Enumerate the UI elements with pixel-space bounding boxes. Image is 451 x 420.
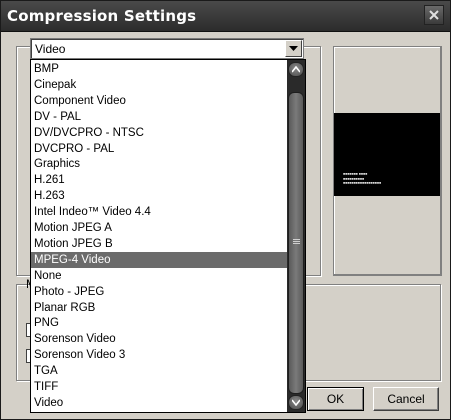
dropdown-option[interactable]: DVCPRO - PAL — [31, 141, 288, 157]
combo-selected-value: Video — [35, 42, 66, 56]
dropdown-option[interactable]: Cinepak — [31, 77, 288, 93]
dropdown-option[interactable]: Sorenson Video — [31, 331, 288, 347]
title-bar[interactable]: Compression Settings — [1, 1, 450, 32]
dropdown-option[interactable]: TIFF — [31, 379, 288, 395]
dropdown-scrollbar[interactable] — [287, 60, 305, 412]
scroll-thumb-grip-icon — [293, 239, 300, 245]
dropdown-option[interactable]: Graphics — [31, 156, 288, 172]
dropdown-option[interactable]: None — [31, 268, 288, 284]
scroll-up-arrow-icon — [292, 66, 300, 73]
dropdown-option[interactable]: Motion JPEG B — [31, 236, 288, 252]
compressor-type-select[interactable]: Video — [30, 38, 304, 59]
preview-image-caption: ■■■■■■■ ■■■■ ■■■■■■■■■■ ■■■■■■■■■■■■■■■■… — [343, 172, 382, 185]
close-button[interactable] — [424, 5, 444, 25]
scroll-up-button[interactable] — [288, 62, 304, 77]
dropdown-option[interactable]: Motion JPEG A — [31, 220, 288, 236]
dropdown-option[interactable]: BMP — [31, 61, 288, 77]
chevron-down-icon — [289, 46, 298, 51]
dropdown-option[interactable]: TGA — [31, 363, 288, 379]
cancel-button[interactable]: Cancel — [373, 387, 439, 411]
ok-button[interactable]: OK — [307, 387, 364, 411]
scroll-down-arrow-icon — [292, 399, 300, 406]
scroll-down-button[interactable] — [288, 395, 304, 410]
dropdown-option[interactable]: H.263 — [31, 188, 288, 204]
dropdown-option[interactable]: DV/DVCPRO - NTSC — [31, 125, 288, 141]
scroll-thumb[interactable] — [288, 92, 304, 394]
dropdown-option[interactable]: Sorenson Video 3 — [31, 347, 288, 363]
dropdown-option[interactable]: Component Video — [31, 93, 288, 109]
dropdown-option[interactable]: DV - PAL — [31, 109, 288, 125]
dropdown-option[interactable]: Video — [31, 395, 288, 411]
compressor-dropdown-list[interactable]: BMP Cinepak Component Video DV - PAL DV/DVCP… — [30, 59, 306, 413]
dropdown-option[interactable]: H.261 — [31, 172, 288, 188]
close-icon — [429, 10, 439, 20]
combo-dropdown-button[interactable] — [285, 40, 302, 57]
dropdown-option[interactable]: Planar RGB — [31, 300, 288, 316]
window-title: Compression Settings — [7, 7, 197, 25]
compression-settings-dialog: Compression Settings M ■■■■■■■ ■■■■ ■■■■… — [0, 0, 451, 420]
dropdown-option[interactable]: PNG — [31, 315, 288, 331]
dropdown-option[interactable]: Intel Indeo™ Video 4.4 — [31, 204, 288, 220]
dropdown-option[interactable]: Photo - JPEG — [31, 284, 288, 300]
dropdown-option[interactable]: MPEG-4 Video — [31, 251, 288, 268]
